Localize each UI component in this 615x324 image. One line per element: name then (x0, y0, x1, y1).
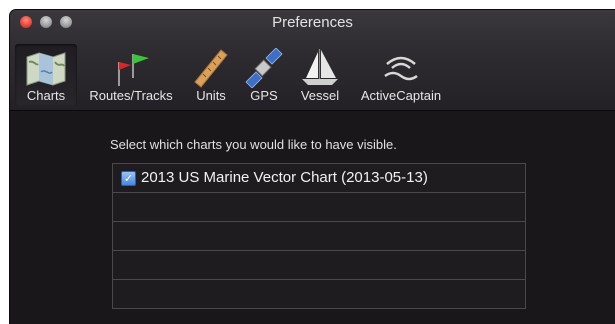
empty-chart-row (113, 222, 525, 251)
toolbar-tab-activecaptain[interactable]: ActiveCaptain (352, 44, 450, 106)
window-title: Preferences (272, 14, 353, 31)
satellite-icon (245, 48, 283, 88)
toolbar-label: Units (196, 88, 226, 103)
instruction-text: Select which charts you would like to ha… (110, 137, 397, 152)
chart-list[interactable]: ✓ 2013 US Marine Vector Chart (2013-05-1… (112, 163, 526, 309)
title-bar: Preferences Charts Routes/Tracks Units G… (10, 10, 615, 111)
toolbar-tab-charts[interactable]: Charts (15, 44, 77, 106)
map-icon (26, 52, 66, 86)
wireless-signal-icon (384, 56, 418, 81)
empty-chart-row (113, 251, 525, 280)
toolbar-tab-routes-tracks[interactable]: Routes/Tracks (80, 44, 182, 106)
chart-name: 2013 US Marine Vector Chart (2013-05-13) (141, 169, 428, 186)
toolbar-label: GPS (250, 88, 278, 103)
toolbar-label: ActiveCaptain (360, 88, 442, 103)
toolbar-tab-units[interactable]: Units (186, 44, 236, 106)
ruler-icon (194, 49, 228, 88)
toolbar-tab-vessel[interactable]: Vessel (294, 44, 346, 106)
empty-chart-row (113, 280, 525, 308)
empty-chart-row (113, 193, 525, 222)
toolbar-label: Vessel (300, 88, 340, 103)
preferences-window: Preferences Charts Routes/Tracks Units G… (10, 10, 615, 324)
toolbar-label: Charts (26, 88, 66, 103)
toolbar-tab-gps[interactable]: GPS (242, 44, 286, 106)
chart-visible-checkbox[interactable]: ✓ (121, 171, 136, 186)
charts-pane: Select which charts you would like to ha… (10, 111, 615, 324)
toolbar-label: Routes/Tracks (89, 88, 173, 103)
chart-row[interactable]: ✓ 2013 US Marine Vector Chart (2013-05-1… (113, 164, 525, 193)
sailboat-icon (302, 49, 338, 85)
flag-icon (118, 54, 149, 86)
